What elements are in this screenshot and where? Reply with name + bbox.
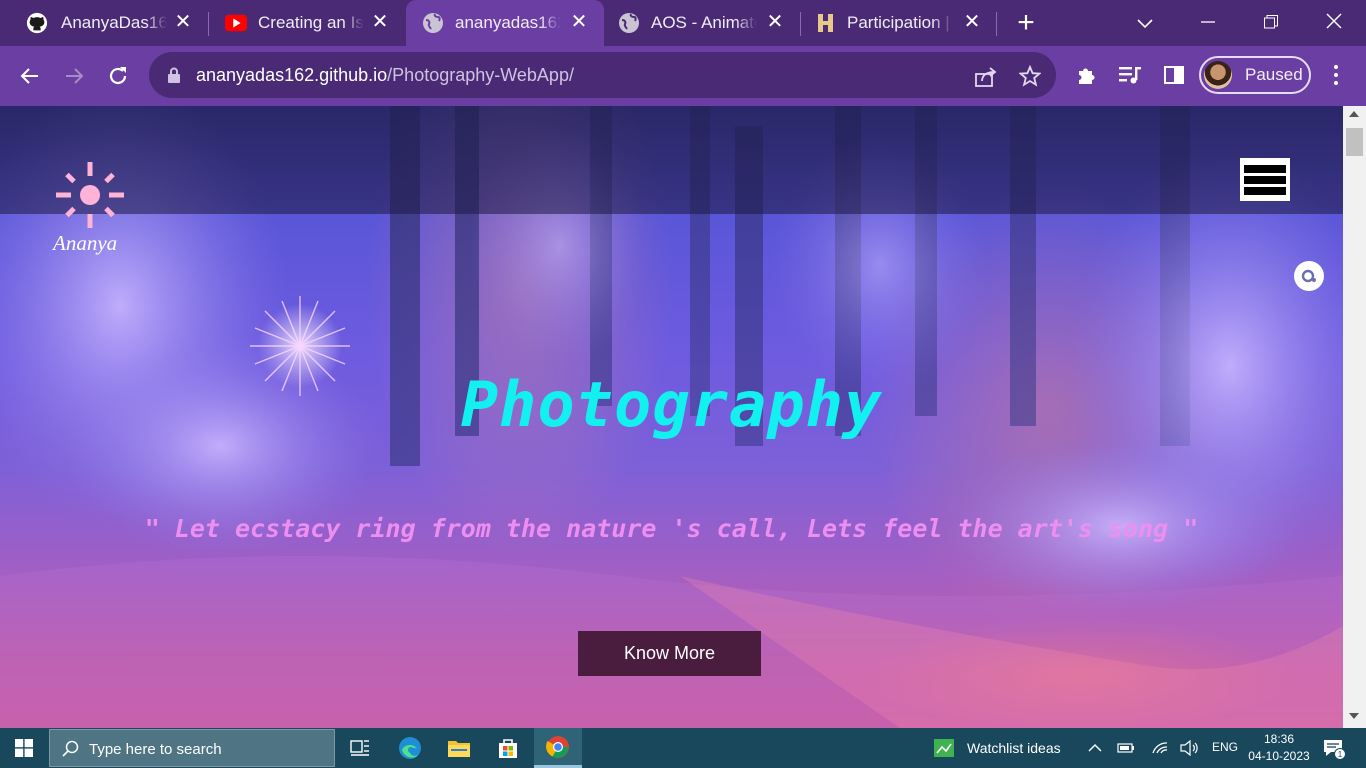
new-tab-button[interactable]: +	[1012, 8, 1040, 38]
notification-center-button[interactable]: 1	[1322, 736, 1346, 760]
task-view-button[interactable]	[336, 728, 384, 768]
microsoft-store-button[interactable]	[484, 728, 532, 768]
url-host: ananyadas162.github.io	[196, 65, 388, 85]
scroll-thumb[interactable]	[1346, 128, 1363, 156]
edge-app-button[interactable]	[386, 728, 434, 768]
hacktoberfest-icon	[815, 12, 837, 34]
arrow-right-icon	[66, 68, 84, 84]
browser-menu-button[interactable]	[1326, 60, 1346, 90]
close-icon[interactable]: ✕	[172, 11, 194, 33]
clock-time: 18:36	[1263, 732, 1295, 746]
browser-toolbar: ananyadas162.github.io/Photography-WebAp…	[0, 46, 1366, 106]
hamburger-menu-button[interactable]	[1240, 158, 1290, 201]
tab-search-button[interactable]	[1130, 8, 1160, 38]
taskbar-search-box[interactable]: Type here to search	[49, 729, 335, 767]
address-bar[interactable]: ananyadas162.github.io/Photography-WebAp…	[149, 52, 1056, 98]
tab-title: Creating an Isometric	[258, 13, 364, 32]
watchlist-widget-icon[interactable]	[930, 728, 958, 768]
wifi-icon[interactable]	[1149, 728, 1171, 768]
profile-button[interactable]: Paused	[1199, 56, 1311, 94]
url-text: ananyadas162.github.io/Photography-WebAp…	[196, 65, 574, 86]
page-viewport: Ananya Photography " Let ecstacy ring fr…	[0, 106, 1343, 728]
tab-youtube[interactable]: Creating an Isometric ✕	[209, 0, 405, 46]
globe-icon	[618, 12, 640, 34]
url-path: /Photography-WebApp/	[387, 65, 574, 85]
github-icon	[26, 12, 48, 34]
edge-icon	[399, 737, 421, 759]
start-button[interactable]	[0, 728, 48, 768]
arrow-left-icon	[20, 68, 38, 84]
chevron-down-icon	[1137, 19, 1153, 29]
logo-text: Ananya	[53, 231, 118, 255]
extensions-puzzle-icon[interactable]	[1072, 60, 1102, 90]
restore-button[interactable]	[1256, 8, 1286, 38]
sun-logo-icon[interactable]	[52, 160, 128, 232]
back-button[interactable]	[14, 60, 46, 92]
share-icon[interactable]	[973, 63, 999, 89]
chrome-app-button[interactable]	[534, 728, 582, 768]
tab-hacktoberfest[interactable]: Participation | Hacktoberfest ✕	[801, 0, 997, 46]
site-header	[0, 106, 1343, 214]
hero-quote: " Let ecstacy ring from the nature 's ca…	[144, 514, 1199, 543]
show-hidden-icons-button[interactable]	[1084, 728, 1106, 768]
hero-title: Photography	[460, 368, 883, 441]
tab-github[interactable]: AnanyaDas162 ✕	[0, 0, 208, 46]
minimize-button[interactable]	[1193, 8, 1223, 38]
windows-taskbar: Type here to search Watchlist ideas ENG …	[0, 728, 1366, 768]
globe-icon	[422, 12, 444, 34]
youtube-icon	[225, 12, 247, 34]
page-scrollbar[interactable]	[1343, 106, 1366, 728]
lock-icon	[168, 67, 180, 83]
scroll-down-arrow-icon[interactable]	[1349, 713, 1359, 719]
task-view-icon	[350, 740, 369, 756]
store-icon	[499, 739, 517, 758]
system-clock[interactable]: 18:36 04-10-2023	[1244, 731, 1314, 765]
close-icon[interactable]: ✕	[568, 11, 590, 33]
search-icon	[62, 740, 79, 757]
reload-button[interactable]	[102, 60, 134, 92]
floating-widget-icon[interactable]	[1294, 261, 1324, 291]
tab-strip: AnanyaDas162 ✕ Creating an Isometric ✕ a…	[0, 0, 1366, 46]
windows-logo-icon	[15, 739, 33, 757]
side-panel-icon[interactable]	[1159, 60, 1189, 90]
tab-title: Participation | Hacktoberfest	[847, 13, 953, 32]
close-window-button[interactable]	[1319, 8, 1349, 38]
clock-date: 04-10-2023	[1248, 749, 1310, 763]
volume-icon[interactable]	[1179, 728, 1201, 768]
tab-divider	[996, 12, 997, 36]
bookmark-star-icon[interactable]	[1017, 63, 1043, 89]
watchlist-widget-label[interactable]: Watchlist ideas	[967, 740, 1061, 756]
tab-title: ananyadas162.github.io	[455, 13, 561, 32]
close-icon[interactable]: ✕	[369, 11, 391, 33]
notification-count: 1	[1338, 750, 1343, 759]
reload-icon	[109, 67, 127, 85]
battery-icon[interactable]	[1115, 728, 1137, 768]
folder-icon	[448, 741, 470, 757]
chevron-up-icon	[1088, 743, 1102, 752]
profile-status-label: Paused	[1245, 65, 1303, 84]
media-playlist-icon[interactable]	[1115, 60, 1145, 90]
search-placeholder: Type here to search	[89, 741, 222, 758]
tab-active-photography[interactable]: ananyadas162.github.io ✕	[406, 0, 604, 46]
file-explorer-button[interactable]	[435, 728, 483, 768]
tab-title: AOS - Animate on scroll	[651, 13, 757, 32]
avatar	[1204, 61, 1232, 89]
forward-button[interactable]	[58, 60, 90, 92]
chrome-icon	[546, 735, 569, 758]
close-icon[interactable]: ✕	[961, 11, 983, 33]
tab-title: AnanyaDas162	[61, 13, 167, 32]
close-icon[interactable]: ✕	[764, 11, 786, 33]
notification-icon: 1	[1324, 740, 1346, 760]
tab-aos[interactable]: AOS - Animate on scroll ✕	[604, 0, 800, 46]
language-indicator[interactable]: ENG	[1212, 740, 1238, 754]
know-more-button[interactable]: Know More	[578, 631, 761, 676]
scroll-up-arrow-icon[interactable]	[1349, 111, 1359, 117]
